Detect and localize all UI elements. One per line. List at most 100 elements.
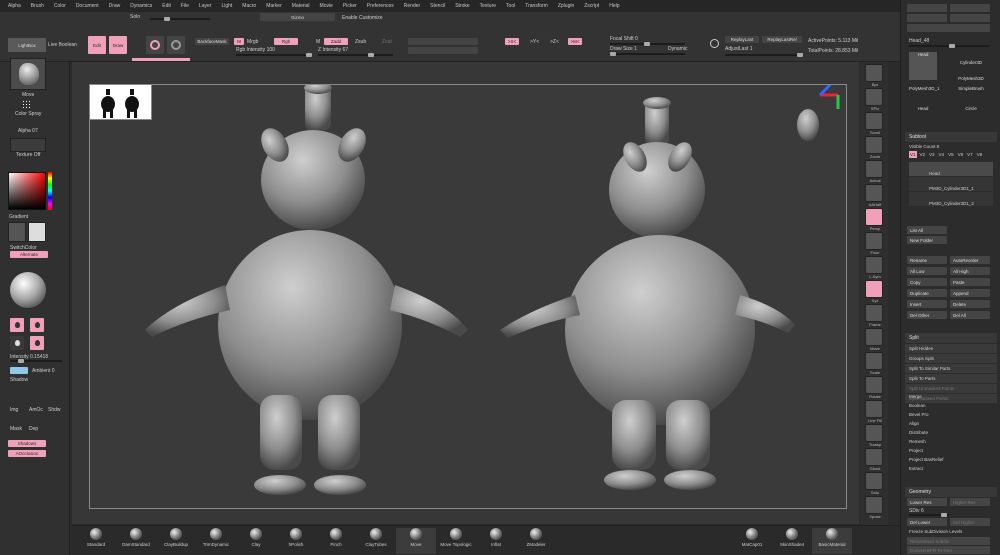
replay-last-rel-button[interactable]: ReplayLastRel [762,36,802,43]
del-higher-button[interactable]: Del Higher [950,518,990,526]
op-delete[interactable]: Delete [950,300,990,308]
menu-transform[interactable]: Transform [525,3,548,9]
brush-claytubes[interactable]: ClayTubes [356,528,396,554]
shadows-button[interactable]: Shadows [8,440,46,447]
zsub-label[interactable]: Zsub [355,39,366,45]
brush-damstandard[interactable]: DamStandard [116,528,156,554]
draw-button[interactable]: Draw [109,36,127,54]
move-mode-button[interactable] [146,36,164,54]
tool-btn-a[interactable] [907,4,947,12]
replay-last-button[interactable]: ReplayLast [725,36,759,43]
material-sphere-icon[interactable] [10,272,46,308]
dynamic-toggle[interactable]: Dynamic [668,46,687,52]
rotate-mode-button[interactable] [167,36,185,54]
sym-m-button[interactable]: >M< [568,38,582,45]
shelf-zoom[interactable]: Zoom [865,136,883,159]
document-canvas[interactable] [89,82,847,509]
tool-tile-3[interactable]: PolyMesh3D_1 [909,86,940,96]
shelf-actual[interactable]: Actual [865,160,883,183]
subtool-title[interactable]: Subtool [905,132,997,142]
shelf-l-sym[interactable]: L.Sym [865,256,883,279]
lower-res-button[interactable]: Lower Res [907,498,947,506]
op-autoreorder[interactable]: AutoReorder [950,256,990,264]
shelf-floor[interactable]: Floor [865,232,883,255]
split-op-2[interactable]: Split To Similar Parts [905,364,997,373]
shdw-label[interactable]: Shdw [48,407,61,413]
shadow-toggle[interactable] [10,367,28,374]
live-boolean-button[interactable]: Live Boolean [48,42,77,48]
brush-claybuildup[interactable]: ClayBuildup [156,528,196,554]
shelf-solo[interactable]: Solo [865,472,883,495]
menu-help[interactable]: Help [609,3,619,9]
color-picker[interactable] [8,172,46,210]
vset-2[interactable]: V3 [928,151,936,158]
shelf-xyz[interactable]: Xyz [865,280,883,303]
z-intensity-slider[interactable] [318,53,393,57]
menu-brush[interactable]: Brush [31,3,44,9]
brush-standard[interactable]: Standard [76,528,116,554]
geometry-title[interactable]: Geometry [905,487,997,497]
menu-layer[interactable]: Layer [199,3,212,9]
menu-dynamics[interactable]: Dynamics [130,3,152,9]
light-bulb-3[interactable] [10,336,24,350]
shelf-xpose[interactable]: Xpose [865,496,883,519]
vset-5[interactable]: V6 [957,151,965,158]
brush-pinch[interactable]: Pinch [316,528,356,554]
shelf-bpr[interactable]: Bpr [865,64,883,87]
new-folder-button[interactable]: New Folder [907,236,947,244]
lightbox-button[interactable]: LightBox [8,38,46,52]
shelf-spix[interactable]: SPix [865,88,883,111]
shelf-scale[interactable]: Scale [865,352,883,375]
menu-tool[interactable]: Tool [506,3,515,9]
op-paste[interactable]: Paste [950,278,990,286]
vset-7[interactable]: V8 [976,151,984,158]
op-del-all[interactable]: Del All [950,311,990,319]
list-all-button[interactable]: List All [907,226,947,234]
menu-zscript[interactable]: Zscript [584,3,599,9]
merge-op-5[interactable]: Remesh [905,437,997,446]
backface-button[interactable]: BackfaceMask [195,38,229,45]
tool-btn-b[interactable] [950,4,990,12]
menu-draw[interactable]: Draw [109,3,121,9]
merge-op-3[interactable]: Align [905,419,997,428]
img-label[interactable]: Img [10,407,18,413]
menu-render[interactable]: Render [404,3,420,9]
gradient-label[interactable]: Gradient [9,214,28,220]
merge-op-6[interactable]: Project [905,446,997,455]
shelf-line-fill[interactable]: Line Fill [865,400,883,423]
merge-op-2[interactable]: Bevel Pro [905,410,997,419]
reconstruct-button[interactable]: Reconstruct Subdiv [907,537,990,545]
rgb-button[interactable]: Rgb [274,38,298,45]
tool-tile-0[interactable]: Head [909,52,937,80]
enable-customize[interactable]: Enable Customize [342,15,383,21]
sym-x-button[interactable]: >X< [505,38,519,45]
vset-1[interactable]: V2 [919,151,927,158]
op-insert[interactable]: Insert [907,300,947,308]
sym-y-button[interactable]: >Y< [530,39,539,45]
split-op-3[interactable]: Split To Parts [905,374,997,383]
rgb-intensity-slider[interactable] [236,53,312,57]
menu-stroke[interactable]: Stroke [455,3,469,9]
vset-0[interactable]: V1 [909,151,917,158]
tool-btn-c[interactable] [907,14,947,22]
draw-size-slider[interactable] [610,52,685,56]
merge-op-1[interactable]: Boolean [905,401,997,410]
merge-op-0[interactable]: Merge [905,392,997,401]
solo-slider[interactable] [150,17,210,21]
stroke-mode-button[interactable] [408,47,478,54]
edit-button[interactable]: Edit [88,36,106,54]
subtool-row[interactable]: PM3D_Cylinder3D1_2 [909,192,993,206]
main-color-swatch[interactable] [8,222,26,242]
adjust-last-slider[interactable] [725,53,803,57]
subtool-row[interactable]: Head [909,162,993,176]
brush-hpolish[interactable]: hPolish [276,528,316,554]
split-op-0[interactable]: Split Hidden [905,344,997,353]
menu-movie[interactable]: Movie [320,3,333,9]
op-append[interactable]: Append [950,289,990,297]
sym-z-button[interactable]: >Z< [550,39,559,45]
shelf-scroll[interactable]: Scroll [865,112,883,135]
split-op-1[interactable]: Groups Split [905,354,997,363]
navigation-head-icon[interactable] [797,83,840,141]
brush-inflat[interactable]: Inflat [476,528,516,554]
menu-macro[interactable]: Macro [242,3,256,9]
